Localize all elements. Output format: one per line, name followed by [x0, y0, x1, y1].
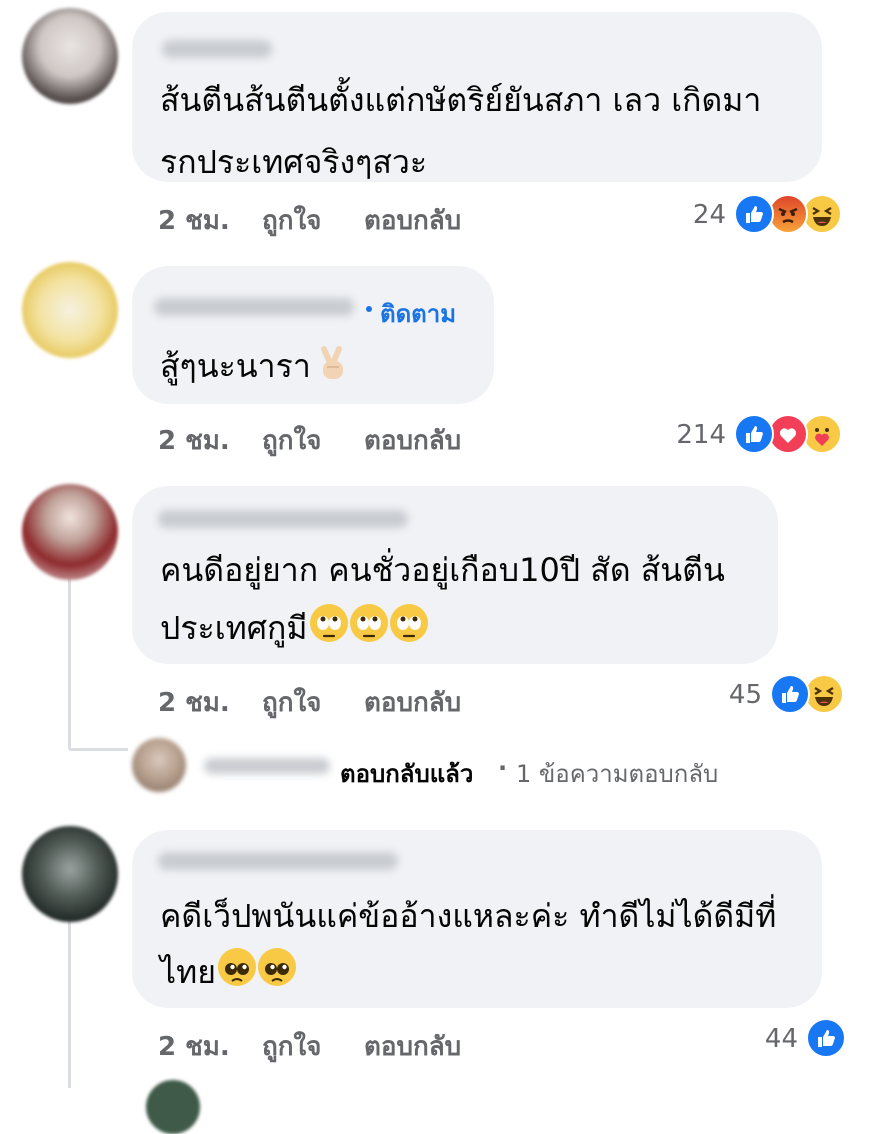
comment-text: ประเทศกูมี — [160, 598, 428, 658]
avatar[interactable] — [22, 8, 118, 104]
reply-count: 1 ข้อความตอบกลับ — [516, 760, 719, 788]
timestamp[interactable]: 2 ชม. — [158, 200, 230, 241]
separator-dot — [366, 306, 372, 312]
follow-button[interactable]: ติดตาม — [380, 294, 456, 333]
victory-hand-icon — [313, 342, 351, 380]
author-name-blurred[interactable] — [158, 852, 398, 870]
angry-icon — [768, 194, 808, 234]
like-button[interactable]: ถูกใจ — [262, 200, 321, 241]
comment-bubble: คนดีอยู่ยาก คนชั่วอยู่เกือบ10ปี สัด ส้นต… — [132, 486, 778, 664]
thread-line — [68, 578, 71, 748]
comment-text: ไทย — [160, 942, 296, 1002]
love-icon — [768, 414, 808, 454]
like-button[interactable]: ถูกใจ — [262, 1026, 321, 1067]
comment-text: คดีเว็ปพนันแค่ข้ออ้างแหละค่ะ ทำดีไม่ได้ด… — [160, 897, 777, 935]
like-icon — [734, 414, 774, 454]
comment-text: สู้ๆนะนารา — [160, 336, 351, 396]
thread-line — [68, 920, 71, 1088]
reaction-count: 44 — [764, 1024, 798, 1054]
haha-icon — [802, 194, 842, 234]
timestamp[interactable]: 2 ชม. — [158, 682, 230, 723]
comment-bubble: คดีเว็ปพนันแค่ข้ออ้างแหละค่ะ ทำดีไม่ได้ด… — [132, 830, 822, 1008]
reaction-count: 24 — [692, 200, 726, 230]
comment-text: ส้นตีนส้นตีนตั้งแต่กษัตริย์ยันสภา เลว เก… — [160, 81, 762, 119]
like-icon — [806, 1018, 846, 1058]
eye-roll-icon — [349, 604, 388, 642]
timestamp[interactable]: 2 ชม. — [158, 1026, 230, 1067]
eye-roll-icon — [309, 604, 348, 642]
comment-text-content: สู้ๆนะนารา — [160, 347, 311, 385]
avatar[interactable] — [22, 826, 118, 922]
pleading-face-icon — [217, 948, 256, 986]
haha-icon — [804, 674, 844, 714]
comment-text-content: ไทย — [160, 953, 216, 991]
reply-button[interactable]: ตอบกลับ — [364, 420, 461, 461]
comment-bubble: ติดตาม สู้ๆนะนารา — [132, 266, 494, 404]
reaction-count: 45 — [728, 680, 762, 710]
eye-roll-icon — [389, 604, 428, 642]
avatar[interactable] — [22, 262, 118, 358]
comment-bubble: ส้นตีนส้นตีนตั้งแต่กษัตริย์ยันสภา เลว เก… — [132, 12, 822, 182]
author-name-blurred[interactable] — [154, 298, 354, 316]
replied-label: ตอบกลับแล้ว — [340, 760, 474, 788]
reaction-count: 214 — [676, 420, 726, 450]
avatar[interactable] — [146, 1080, 200, 1134]
avatar — [132, 738, 186, 792]
pleading-face-icon — [257, 948, 296, 986]
comment-text: รกประเทศจริงๆสวะ — [160, 143, 428, 181]
separator-dot: · — [498, 754, 508, 782]
care-icon — [802, 414, 842, 454]
reply-button[interactable]: ตอบกลับ — [364, 682, 461, 723]
reply-button[interactable]: ตอบกลับ — [364, 1026, 461, 1067]
like-icon — [770, 674, 810, 714]
avatar[interactable] — [22, 484, 118, 580]
like-icon — [734, 194, 774, 234]
like-button[interactable]: ถูกใจ — [262, 682, 321, 723]
comment-text-content: ประเทศกูมี — [160, 609, 308, 647]
reply-button[interactable]: ตอบกลับ — [364, 200, 461, 241]
timestamp[interactable]: 2 ชม. — [158, 420, 230, 461]
author-name-blurred[interactable] — [158, 510, 408, 528]
comment-text: คนดีอยู่ยาก คนชั่วอยู่เกือบ10ปี สัด ส้นต… — [160, 551, 725, 589]
author-name-blurred[interactable] — [162, 40, 272, 58]
like-button[interactable]: ถูกใจ — [262, 420, 321, 461]
thread-line — [68, 748, 128, 751]
author-name-blurred — [204, 758, 330, 774]
